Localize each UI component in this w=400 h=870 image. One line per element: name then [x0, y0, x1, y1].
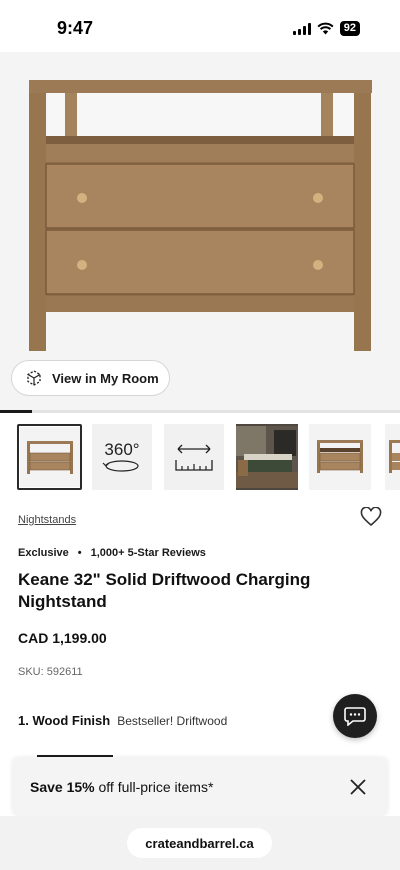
view-in-room-label: View in My Room — [52, 370, 159, 386]
reviews-count[interactable]: 1,000+ 5-Star Reviews — [91, 547, 206, 559]
close-icon[interactable] — [348, 777, 368, 797]
carousel-progress-track — [0, 410, 400, 413]
thumbnail-nightstand-front[interactable] — [17, 424, 82, 490]
finish-swatch-selected-indicator[interactable] — [37, 755, 113, 757]
chat-bubble-icon — [344, 707, 366, 726]
browser-bar: crateandbarrel.ca — [0, 816, 400, 870]
thumbnail-bedroom-scene[interactable] — [236, 424, 298, 490]
wood-finish-label: 1. Wood Finish — [18, 713, 111, 728]
signal-icon — [292, 22, 311, 35]
nightstand-partial-image — [389, 440, 400, 473]
thumbnail-nightstand-open[interactable] — [309, 424, 371, 490]
wood-finish-value: Bestseller! Driftwood — [117, 714, 228, 728]
thumbnail-strip: 360° — [0, 424, 400, 490]
chat-button[interactable] — [333, 694, 377, 738]
360-label: 360° — [104, 440, 140, 459]
product-meta-row: Exclusive • 1,000+ 5-Star Reviews — [18, 547, 206, 559]
ruler-dimensions-icon — [175, 444, 213, 471]
wood-finish-row: 1. Wood Finish Bestseller! Driftwood — [18, 713, 227, 728]
battery-icon: 92 — [339, 21, 360, 36]
thumbnail-dimensions[interactable] — [164, 424, 224, 490]
promo-banner[interactable]: Save 15% off full-price items* — [12, 758, 388, 816]
product-hero-image[interactable]: View in My Room — [0, 52, 400, 410]
product-sku: SKU: 592611 — [18, 666, 83, 678]
ar-cube-icon — [27, 370, 41, 386]
status-icons: 92 — [292, 21, 360, 36]
carousel-progress-fill — [0, 410, 32, 413]
url-field[interactable]: crateandbarrel.ca — [127, 828, 272, 858]
promo-text: Save 15% off full-price items* — [30, 779, 213, 795]
bedroom-scene-image — [236, 426, 298, 488]
promo-discount: Save 15% — [30, 779, 95, 795]
nightstand-thumb-image — [19, 427, 80, 487]
wifi-icon — [317, 22, 334, 35]
thumbnail-nightstand-partial[interactable] — [385, 424, 400, 490]
thumbnail-360-view[interactable]: 360° — [92, 424, 152, 490]
product-title: Keane 32" Solid Driftwood Charging Night… — [18, 570, 311, 611]
promo-description: off full-price items* — [94, 779, 214, 795]
breadcrumb-nightstands-link[interactable]: Nightstands — [18, 514, 76, 526]
view-in-room-button[interactable]: View in My Room — [11, 360, 170, 396]
rotate-icon — [102, 460, 139, 472]
exclusive-badge: Exclusive — [18, 547, 69, 559]
status-bar: 9:47 92 — [0, 0, 400, 52]
nightstand-image — [29, 80, 372, 351]
heart-icon[interactable] — [360, 507, 382, 527]
product-price: CAD 1,199.00 — [18, 630, 107, 646]
nightstand-open-image — [309, 426, 371, 488]
status-time: 9:47 — [57, 18, 94, 38]
separator-dot: • — [77, 547, 82, 559]
